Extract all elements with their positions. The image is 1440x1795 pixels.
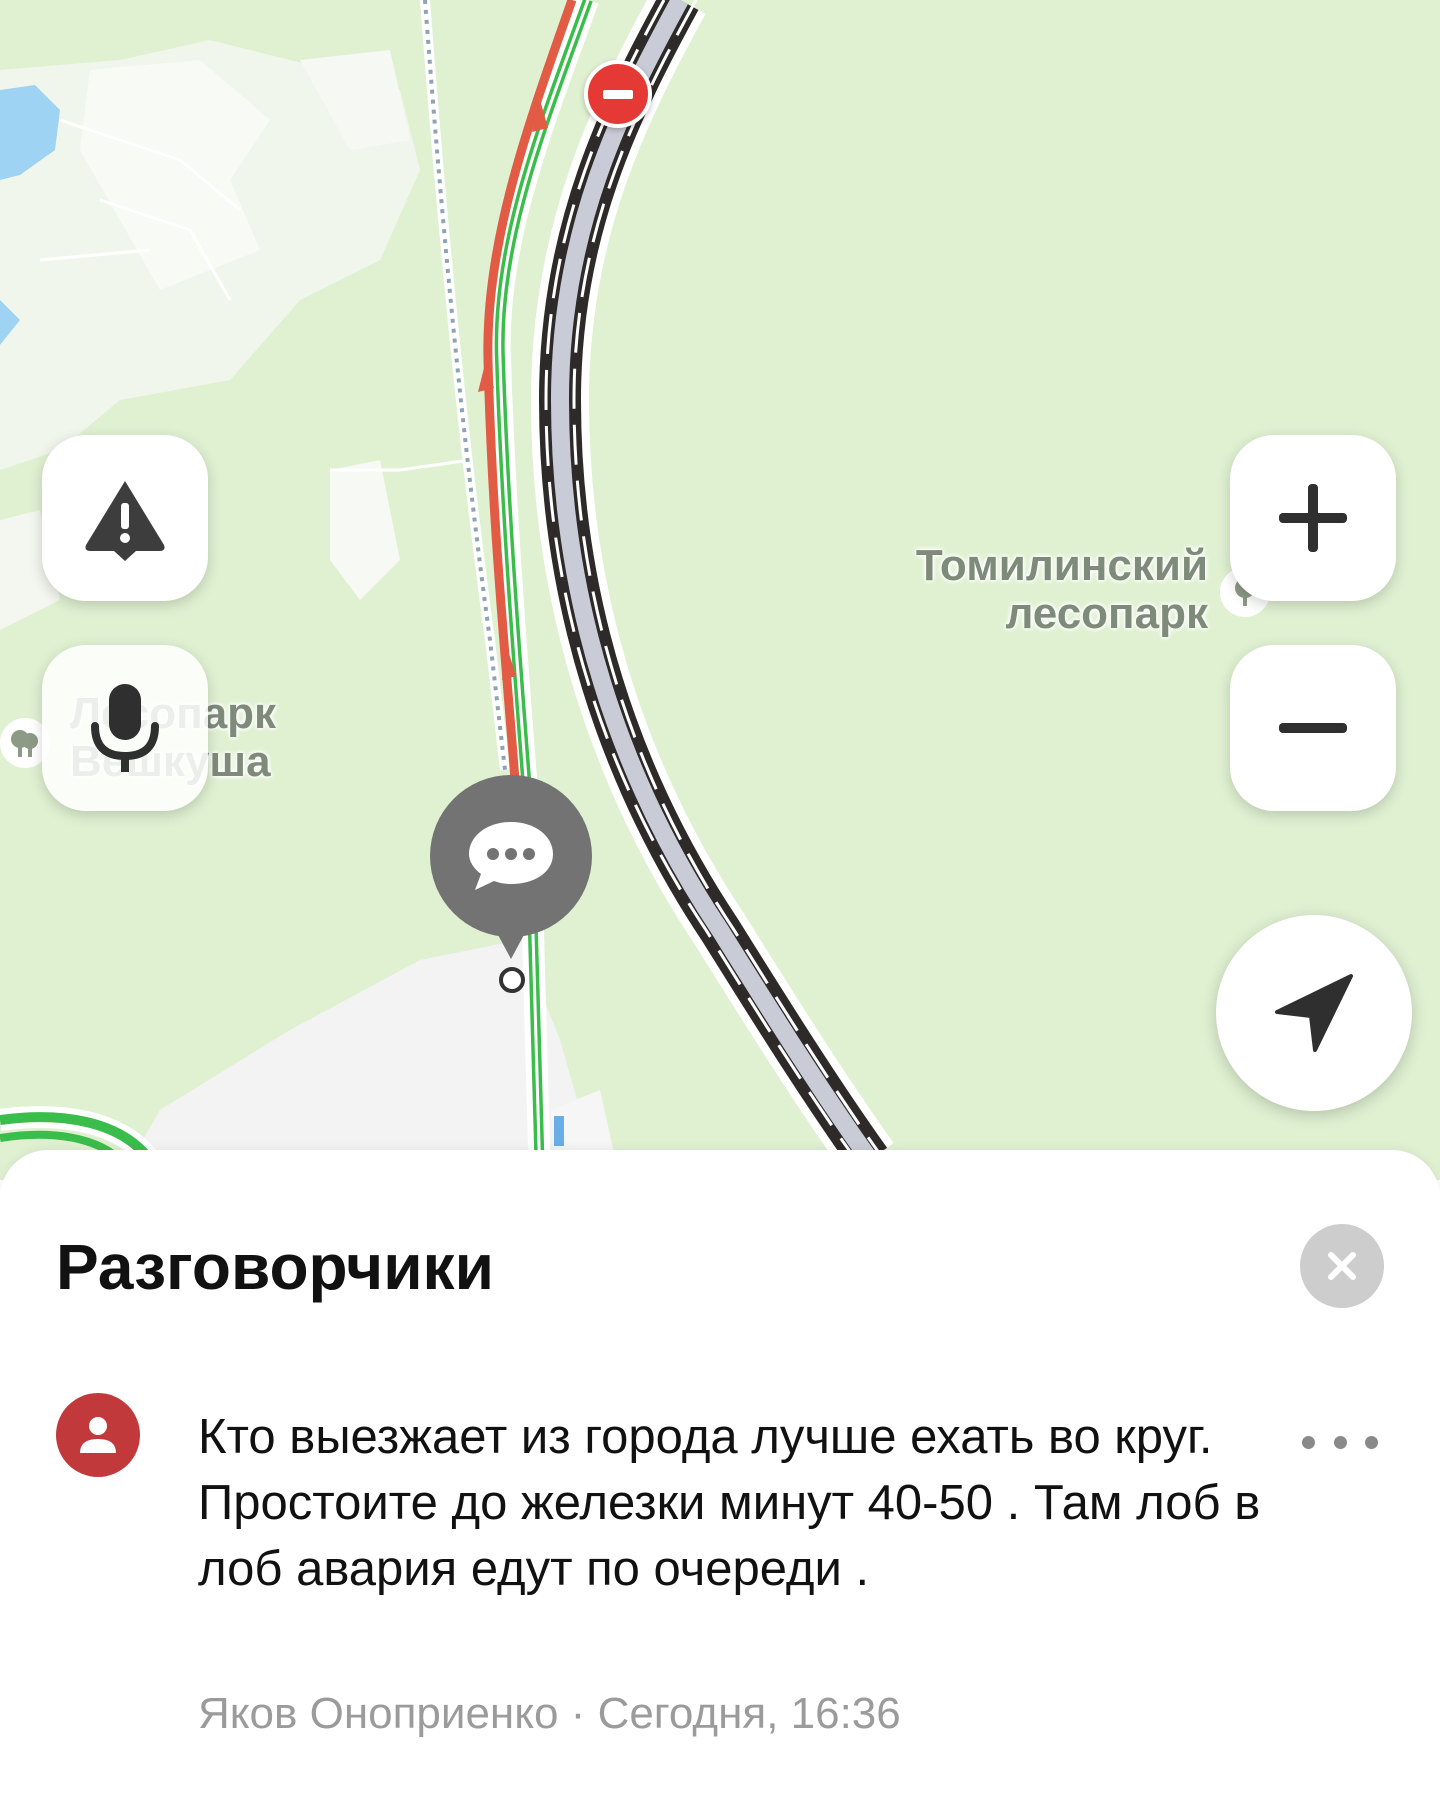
zoom-out-button[interactable]	[1230, 645, 1396, 811]
comment-author[interactable]: Яков Оноприенко	[198, 1689, 558, 1738]
comments-sheet: Разговорчики Кто выезжает из города лучш…	[0, 1150, 1440, 1795]
voice-assistant-button[interactable]	[42, 645, 208, 811]
close-button[interactable]	[1300, 1224, 1384, 1308]
my-location-button[interactable]	[1216, 915, 1412, 1111]
chat-bubble-icon	[469, 822, 553, 890]
map-label-park-east: Томилинский лесопарк	[860, 542, 1208, 638]
navigation-arrow-icon	[1275, 974, 1353, 1052]
zoom-in-button[interactable]	[1230, 435, 1396, 601]
map-label-park-east-line1: Томилинский	[915, 541, 1208, 590]
more-horizontal-icon-dot	[1302, 1435, 1315, 1449]
comment-text: Кто выезжает из города лучше ехать во кр…	[198, 1410, 1261, 1596]
route-point	[499, 967, 525, 993]
minus-icon	[1279, 723, 1347, 733]
avatar[interactable]	[56, 1393, 140, 1477]
map-label-park-east-line2: лесопарк	[1005, 589, 1208, 638]
chat-pin[interactable]	[430, 775, 592, 959]
road-closed-icon[interactable]	[584, 60, 652, 128]
map-view[interactable]: Томилинский лесопарк Лесопарк Вешкуша	[0, 0, 1440, 1180]
comment-time: Сегодня, 16:36	[597, 1689, 901, 1738]
microphone-icon	[91, 684, 159, 772]
more-horizontal-icon-dot	[1365, 1435, 1378, 1449]
warning-triangle-icon	[85, 481, 165, 561]
meta-separator: ·	[558, 1689, 598, 1738]
user-icon	[80, 1417, 116, 1453]
more-horizontal-icon-dot	[1333, 1435, 1347, 1449]
comment-more-button[interactable]	[1302, 1422, 1378, 1462]
comment-meta: Яков Оноприенко · Сегодня, 16:36	[198, 1687, 901, 1741]
sheet-title: Разговорчики	[56, 1231, 494, 1303]
report-incident-button[interactable]	[42, 435, 208, 601]
close-icon	[1328, 1252, 1356, 1280]
plus-icon	[1279, 484, 1347, 552]
